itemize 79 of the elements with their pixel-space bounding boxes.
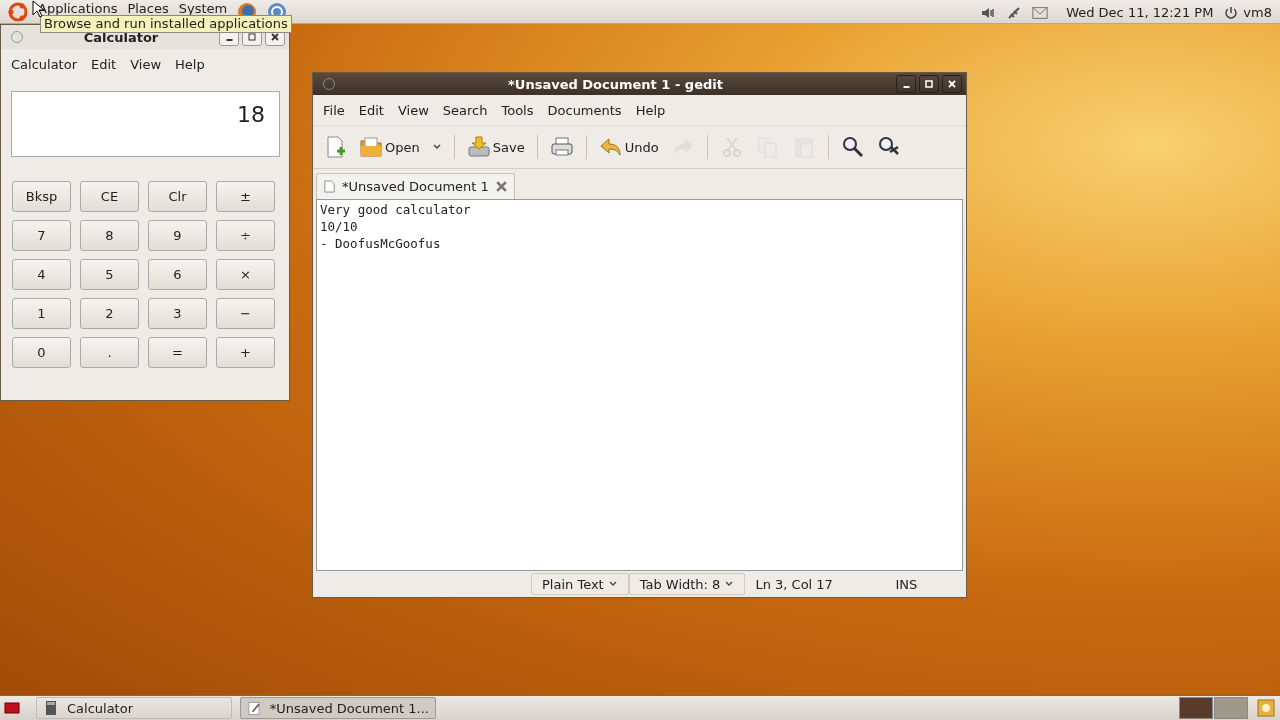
calculator-key[interactable]: 6	[148, 259, 207, 290]
calculator-key[interactable]: 1	[12, 298, 71, 329]
workspace-switcher-item[interactable]	[1179, 697, 1213, 719]
calculator-key[interactable]: Clr	[148, 181, 207, 212]
document-icon	[247, 700, 262, 716]
tab-width-dropdown[interactable]: Tab Width: 8	[628, 573, 746, 595]
network-icon[interactable]	[1006, 4, 1023, 21]
calculator-key[interactable]: ±	[216, 181, 275, 212]
document-icon	[323, 180, 336, 193]
language-dropdown[interactable]: Plain Text	[531, 573, 629, 595]
caret-icon	[431, 142, 442, 152]
window-title: *Unsaved Document 1 - gedit	[507, 76, 724, 92]
menu-item[interactable]: File	[317, 100, 351, 120]
close-icon	[494, 180, 508, 193]
show-desktop-icon[interactable]	[4, 700, 20, 716]
power-icon[interactable]	[1223, 4, 1240, 21]
open-button[interactable]: Open	[355, 132, 424, 162]
calculator-key[interactable]: 2	[80, 298, 139, 329]
calculator-key[interactable]: 4	[12, 259, 71, 290]
calculator-key[interactable]: −	[216, 298, 275, 329]
menu-item[interactable]: Calculator	[5, 54, 83, 74]
save-button[interactable]: Save	[462, 132, 529, 162]
menu-item[interactable]: Tools	[495, 100, 540, 120]
close-icon	[270, 32, 280, 42]
find-icon	[840, 135, 865, 159]
calculator-key[interactable]: 7	[12, 220, 71, 251]
calculator-key[interactable]: Bksp	[12, 181, 71, 212]
menu-item[interactable]: Edit	[85, 54, 123, 74]
text-line: - DoofusMcGoofus	[320, 235, 441, 252]
cursor-position: Ln 3, Col 17	[754, 575, 834, 594]
panel-menu[interactable]: Applications	[38, 2, 118, 16]
menu-item[interactable]: Search	[436, 100, 494, 120]
menu-item[interactable]: Documents	[541, 100, 628, 120]
clock[interactable]: Wed Dec 11, 12:21 PM	[1066, 5, 1214, 20]
insert-mode: INS	[894, 575, 919, 594]
menu-item[interactable]: Edit	[352, 100, 390, 120]
workspace-switcher-item[interactable]	[1214, 697, 1248, 719]
tooltip: Browse and run installed applications	[40, 15, 292, 33]
document-tab[interactable]: *Unsaved Document 1	[316, 173, 515, 199]
minimize-icon	[902, 86, 910, 88]
calculator-key[interactable]: +	[216, 337, 275, 368]
print-icon	[549, 135, 574, 159]
menu-item[interactable]: Help	[169, 54, 211, 74]
calculator-key[interactable]: 3	[148, 298, 207, 329]
undo-button[interactable]: Undo	[594, 132, 663, 162]
calculator-icon	[43, 700, 59, 716]
calculator-key[interactable]: CE	[80, 181, 139, 212]
menu-item[interactable]: View	[391, 100, 435, 120]
mail-icon[interactable]	[1032, 4, 1049, 21]
calculator-display: 18	[11, 91, 280, 157]
calculator-key[interactable]: 0	[12, 337, 71, 368]
minimize-button[interactable]	[896, 75, 916, 93]
close-icon	[947, 79, 957, 89]
user-name[interactable]: vm8	[1243, 5, 1272, 20]
save-icon	[466, 135, 491, 159]
taskbar-button[interactable]: Calculator	[36, 697, 232, 719]
maximize-button[interactable]	[919, 75, 939, 93]
panel-menu[interactable]: System	[178, 2, 228, 16]
logo-icon[interactable]	[8, 2, 28, 22]
text-editor[interactable]: Very good calculator 10/10 - DoofusMcGoofus	[316, 199, 963, 571]
menu-item[interactable]: Help	[629, 100, 672, 120]
open-icon	[359, 135, 383, 159]
menu-item[interactable]: View	[124, 54, 168, 74]
text-line: Very good calculator	[320, 201, 471, 218]
calculator-key[interactable]: 8	[80, 220, 139, 251]
maximize-icon	[247, 32, 257, 42]
trash-icon[interactable]	[1256, 698, 1276, 718]
text-line: 10/10	[320, 218, 358, 235]
minimize-icon	[225, 39, 233, 41]
calculator-key[interactable]: .	[80, 337, 139, 368]
close-button[interactable]	[942, 75, 962, 93]
maximize-icon	[924, 79, 934, 89]
calculator-key[interactable]: ×	[216, 259, 275, 290]
panel-menu[interactable]: Places	[127, 2, 169, 16]
calculator-key[interactable]: 9	[148, 220, 207, 251]
calculator-key[interactable]: =	[148, 337, 207, 368]
taskbar-button[interactable]: *Unsaved Document 1...	[240, 697, 436, 719]
calculator-key[interactable]: ÷	[216, 220, 275, 251]
calculator-key[interactable]: 5	[80, 259, 139, 290]
